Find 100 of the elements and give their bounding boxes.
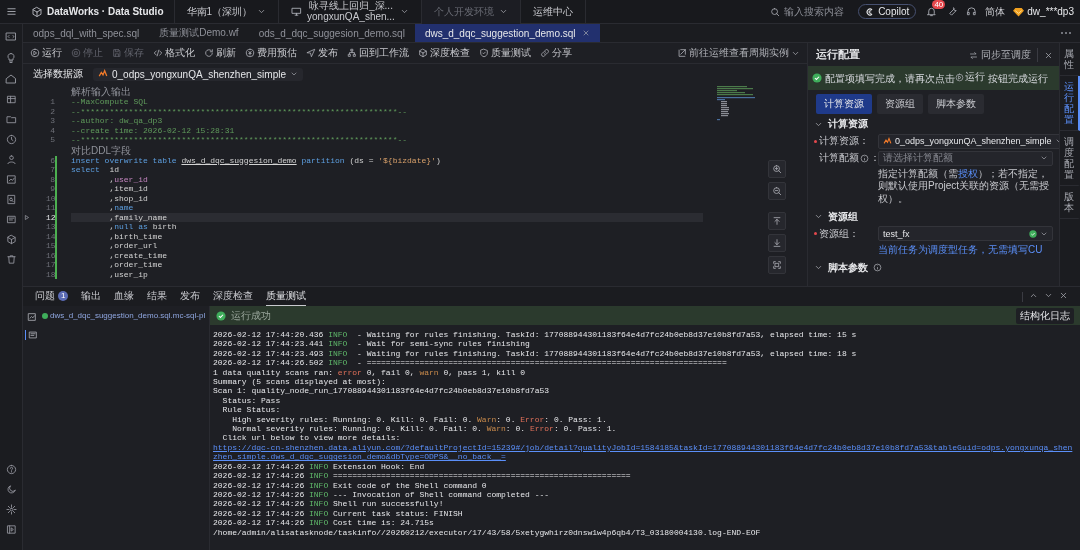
help-text: 指定计算配额（需授权）；若不指定，则默认使用Project关联的资源（无需授权）。	[878, 167, 1051, 205]
config-tab[interactable]: 计算资源	[816, 93, 872, 114]
toolbar-button[interactable]: 刷新	[204, 46, 236, 60]
file-tab[interactable]: dws_d_dqc_suggestion_demo.sql	[414, 24, 600, 42]
log-line: 2026-02-12 17:44:26 INFO Shell run successfully!	[213, 499, 445, 509]
log-line: /home/admin/alisatasknode/taskinfo//20260212/executor/17/43/58/5xetygwhirz0dnsw1w4p6qb4/T3_03180004130.log-END-EOF	[213, 527, 762, 537]
side-tab[interactable]: 运行配置	[1060, 76, 1080, 131]
structured-log-button[interactable]: 结构化日志	[1016, 307, 1074, 324]
panel-title: 运行配置	[816, 48, 860, 62]
toolbar-button[interactable]: 发布	[306, 46, 338, 60]
line-number: 6	[49, 155, 55, 165]
panel-tab[interactable]: 结果	[147, 287, 168, 306]
scroll-top-button[interactable]	[768, 212, 786, 230]
toolbar-button[interactable]: 格式化	[153, 46, 195, 60]
code-icon	[153, 48, 163, 58]
log-line: 2026-02-12 17:44:26.502 INFO - ===========================================================================	[213, 358, 728, 368]
log-line: 2026-02-12 17:44:26 INFO Extension Hook: End	[213, 461, 426, 472]
toolbar-button[interactable]: 分享	[540, 46, 572, 60]
language-menu[interactable]: 简体	[985, 4, 1006, 19]
section-header[interactable]: 资源组	[814, 209, 858, 224]
search-field[interactable]: 输入搜索内容	[770, 4, 845, 19]
log-line: 2026-02-12 17:44:23.441 INFO - Wait for semi-sync rules finishing	[213, 339, 531, 349]
user-menu[interactable]: dw_***dp3	[1013, 6, 1080, 17]
code-line: --MaxCompute SQL	[71, 97, 148, 106]
config-tab[interactable]: 资源组	[877, 93, 923, 114]
save-icon	[112, 48, 122, 58]
section-header[interactable]: 计算资源	[814, 116, 868, 132]
code-line: ,user_id	[108, 174, 148, 184]
logo-icon	[31, 5, 43, 18]
zoom-in-button[interactable]	[768, 160, 786, 178]
section-header[interactable]: 脚本参数	[814, 260, 882, 275]
arrow-down-icon	[772, 238, 782, 248]
log-line: 2026-02-12 17:44:23.493 INFO - Waiting for rules finishing. TaskId: 177088944301183f64e4d7fc24b0eb8d37e10b8fd7a53, elapsed time: 18 s	[213, 348, 858, 359]
toolbar-button[interactable]: 回到工作流	[347, 46, 409, 60]
log-line: 2026-02-12 17:44:20.436 INFO - Waiting for rules finishing. TaskId: 177088944301183f64e4d7fc24b0eb8d37e10b8fd7a53, elapsed time: 15 s	[213, 330, 858, 340]
log-line: Click url below to view more details:	[221, 433, 402, 443]
toolbar-button[interactable]: 深度检查	[418, 46, 470, 60]
document-search-icon	[5, 194, 17, 205]
run-line-icon[interactable]	[23, 213, 30, 221]
gem-icon	[1013, 6, 1025, 17]
cube-icon	[418, 48, 428, 58]
side-tab[interactable]: 版本	[1060, 186, 1080, 219]
panel-tab[interactable]: 输出	[81, 287, 102, 306]
ops-center-link[interactable]: 运维中心	[520, 0, 586, 24]
code-line: ,item_id	[108, 184, 148, 193]
select-field[interactable]: 0_odps_yongxunQA_shenzhen_simple	[878, 133, 1059, 149]
config-tab[interactable]: 脚本参数	[928, 93, 984, 114]
settings-icon	[5, 504, 17, 515]
select-field[interactable]: 请选择计算配额	[878, 150, 1053, 166]
run-status: 运行成功	[231, 308, 271, 323]
refresh-icon	[204, 48, 214, 58]
file-tab[interactable]: ods_d_dqc_suggesion_demo.sql	[248, 24, 415, 42]
toolbar-button[interactable]: 质量测试	[479, 46, 531, 60]
scroll-bottom-button[interactable]	[768, 234, 786, 252]
side-tab[interactable]: 属性	[1060, 43, 1080, 76]
file-tab[interactable]: odps_dql_with_spec.sql	[23, 24, 150, 42]
app-title: DataWorks · Data Studio	[47, 6, 164, 17]
toolbar-button[interactable]: 运行	[30, 46, 62, 60]
search-icon	[770, 6, 781, 17]
region-dropdown[interactable]: 华南1（深圳）	[174, 0, 280, 24]
code-line: insert overwrite table dws_d_dqc_suggesion_demo partition (ds = '${bizdate}')	[71, 155, 441, 165]
more-icon[interactable]	[1060, 31, 1072, 35]
side-tab[interactable]: 调度配置	[1060, 131, 1080, 186]
close-button[interactable]	[1044, 50, 1053, 60]
details-link[interactable]: zhen_simple.dws_d_dqc_suggesion_demo&dbType=ODPS&__no_back__=	[213, 452, 506, 462]
coin-icon	[245, 48, 255, 58]
field-label: 计算配额 ：	[818, 151, 878, 165]
chart-icon	[5, 174, 17, 185]
panel-tab[interactable]: 深度检查	[213, 287, 254, 306]
line-number: 16	[46, 250, 55, 260]
datasource-select[interactable]: 0_odps_yongxunQA_shenzhen_simple	[93, 67, 303, 81]
file-tab[interactable]: 质量测试Demo.wf	[149, 24, 249, 42]
select-field[interactable]: test_fx	[878, 226, 1053, 241]
line-number: 8	[49, 174, 55, 184]
workspace-dropdown[interactable]: 咏寻线上回归_深... yongxunQA_shen...	[279, 0, 422, 24]
chart-icon	[26, 312, 37, 322]
info-note: 当前任务为调度型任务，无需填写CU	[878, 243, 1044, 257]
sync-button[interactable]: 同步至调度	[969, 48, 1038, 62]
panel-tab[interactable]: 血缘	[114, 287, 135, 306]
panel-tab[interactable]: 发布	[180, 287, 201, 306]
chevron-icon	[814, 263, 823, 272]
log-line: 2026-02-12 17:44:26 INFO Cost time is: 24.715s	[213, 518, 435, 528]
line-number: 2	[49, 106, 55, 116]
code-lens-link[interactable]: 对比DDL字段	[71, 144, 703, 156]
go-to-instances-button[interactable]: 前往运维查看周期实例	[677, 46, 800, 60]
line-number: 13	[46, 222, 55, 232]
code-editor-icon	[5, 31, 17, 43]
panel-tab[interactable]: 问题 1	[35, 287, 69, 306]
line-number: 7	[49, 165, 55, 175]
run-item[interactable]: dws_d_dqc_suggestion_demo.sql.mc-sql-pl	[42, 311, 207, 320]
panel-icon	[5, 524, 17, 535]
code-lens-link[interactable]: 解析输入输出	[71, 86, 703, 97]
zoom-out-button[interactable]	[768, 182, 786, 200]
details-link[interactable]: https://dqc-cn-shenzhen.data.aliyun.com/?defaultProjectId=15239#/job/detail?qualityJobId=1584185&taskId=177088944301183f64e4d7fc24b0eb8d37e10b8fd7a53&tableGuid=odps.yongxunqa_shen	[213, 442, 1073, 453]
authorize-link[interactable]: 授权	[958, 167, 978, 179]
toolbar-button[interactable]: 费用预估	[245, 46, 297, 60]
success-icon	[812, 72, 822, 83]
log-line: 2026-02-12 17:44:26 INFO Exit code of the Shell command 0	[213, 480, 488, 490]
fit-button[interactable]	[768, 256, 786, 274]
log-line: 2026-02-12 17:44:26 INFO --- Invocation of Shell command completed ---	[213, 489, 551, 500]
